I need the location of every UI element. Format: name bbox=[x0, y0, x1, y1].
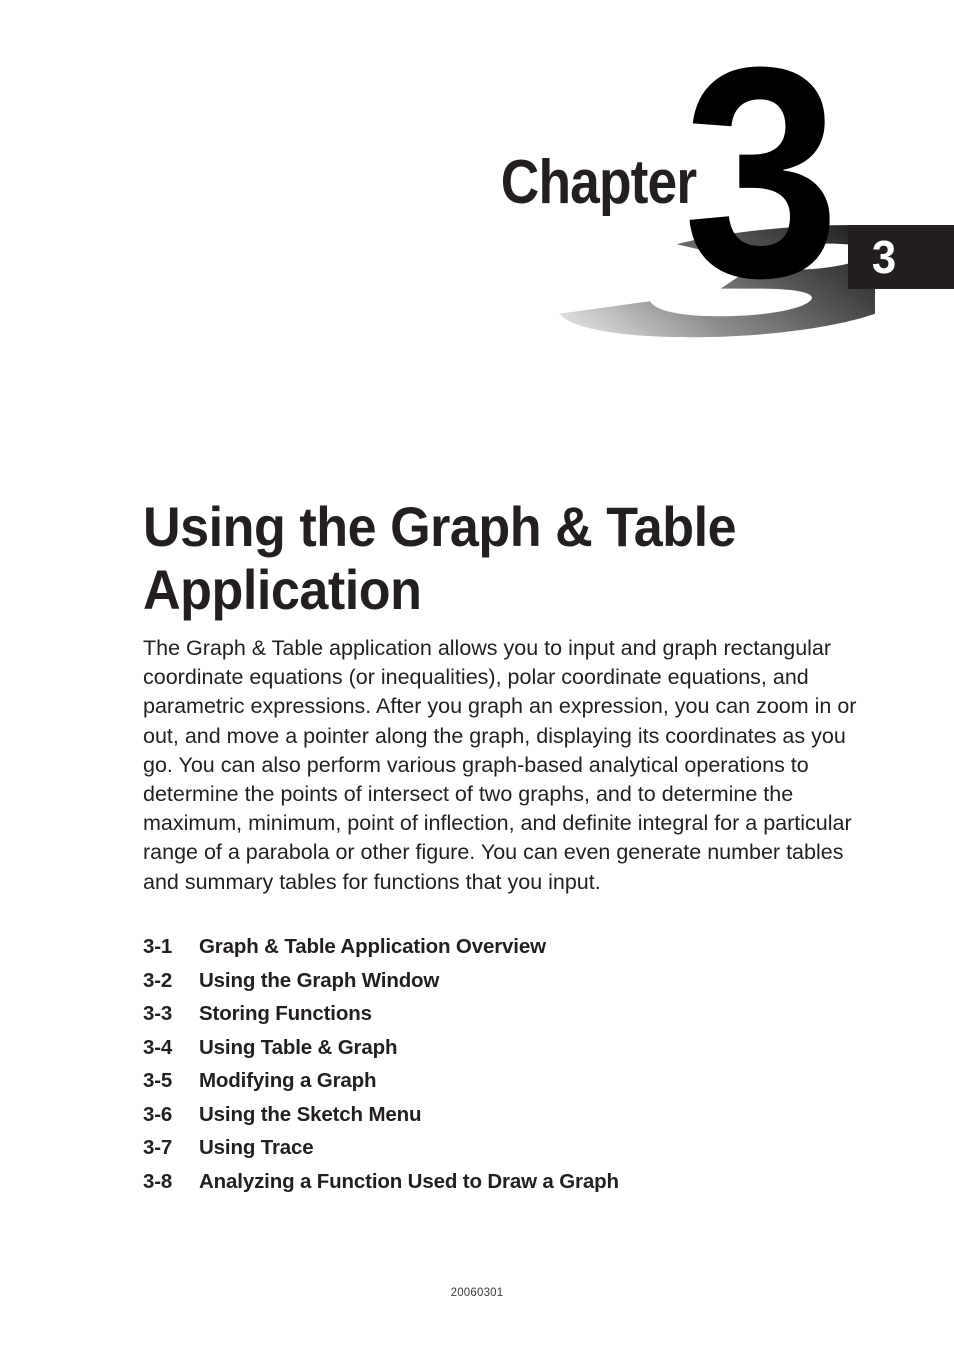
section-number: 3-3 bbox=[143, 1002, 173, 1025]
chapter-edge-tab-number: 3 bbox=[871, 231, 897, 283]
list-item[interactable]: 3-2 Using the Graph Window bbox=[143, 964, 883, 998]
section-label: Using the Graph Window bbox=[199, 968, 440, 992]
page-title: Using the Graph & Table Application bbox=[143, 495, 737, 621]
section-number: 3-4 bbox=[143, 1035, 173, 1059]
section-number: 3-2 bbox=[143, 968, 173, 992]
section-number: 3-8 bbox=[143, 1169, 173, 1193]
section-label: Analyzing a Function Used to Draw a Grap… bbox=[199, 1169, 619, 1193]
section-label: Using Table & Graph bbox=[199, 1035, 398, 1059]
section-label: Modifying a Graph bbox=[199, 1069, 377, 1092]
chapter-edge-tab: 3 bbox=[848, 225, 954, 289]
intro-paragraph: The Graph & Table application allows you… bbox=[143, 636, 857, 894]
section-number: 3-7 bbox=[143, 1136, 173, 1159]
section-number: 3-1 bbox=[143, 935, 173, 958]
section-label: Graph & Table Application Overview bbox=[199, 935, 546, 958]
section-number: 3-6 bbox=[143, 1102, 173, 1126]
chapter-word-label: Chapter bbox=[500, 148, 697, 217]
list-item[interactable]: 3-8 Analyzing a Function Used to Draw a … bbox=[143, 1165, 883, 1199]
list-item[interactable]: 3-4 Using Table & Graph bbox=[143, 1031, 883, 1065]
list-item[interactable]: 3-1 Graph & Table Application Overview bbox=[143, 930, 883, 964]
section-label: Using the Sketch Menu bbox=[199, 1102, 422, 1126]
list-item[interactable]: 3-6 Using the Sketch Menu bbox=[143, 1098, 883, 1132]
list-item[interactable]: 3-5 Modifying a Graph bbox=[143, 1064, 883, 1098]
list-item[interactable]: 3-3 Storing Functions bbox=[143, 997, 883, 1031]
section-list: 3-1 Graph & Table Application Overview 3… bbox=[143, 930, 883, 1198]
chapter-content: Using the Graph & Table Application The … bbox=[143, 495, 883, 897]
section-label: Storing Functions bbox=[199, 1002, 372, 1025]
section-label: Using Trace bbox=[199, 1136, 314, 1159]
page-footer: 20060301 bbox=[0, 1283, 954, 1301]
chapter-masthead: Chapter 3 3 bbox=[0, 0, 954, 430]
chapter-number-large: 3 bbox=[683, 4, 840, 340]
footer-code: 20060301 bbox=[450, 1287, 504, 1299]
list-item[interactable]: 3-7 Using Trace bbox=[143, 1131, 883, 1165]
section-number: 3-5 bbox=[143, 1069, 173, 1092]
